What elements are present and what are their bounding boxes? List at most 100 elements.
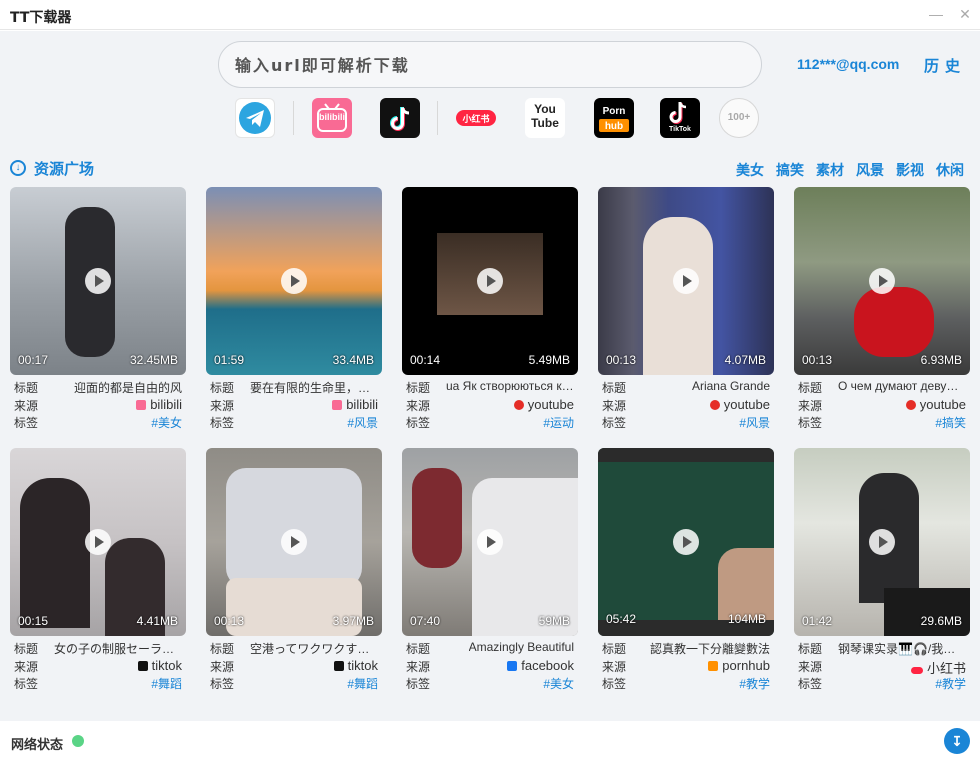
tag-label: 标签 xyxy=(602,416,627,430)
source-name: youtube xyxy=(723,397,770,412)
category-tab[interactable]: 搞笑 xyxy=(776,160,804,180)
video-source: tiktok xyxy=(137,658,182,673)
platform-pornhub[interactable]: Porn hub xyxy=(594,98,634,138)
meta-tag-row: 标签 #教学 xyxy=(798,675,966,692)
video-thumbnail[interactable]: 01:59 33.4MB xyxy=(206,187,382,375)
meta-source-row: 来源 youtube xyxy=(798,397,966,414)
video-source: youtube xyxy=(709,397,770,412)
thumbnail-figure xyxy=(643,217,713,375)
video-tag[interactable]: #搞笑 xyxy=(935,414,966,431)
category-tab[interactable]: 风景 xyxy=(856,160,884,180)
video-card[interactable]: 00:13 6.93MB 标题 О чем думают девушки на … xyxy=(794,187,970,439)
user-account-link[interactable]: 112***@qq.com xyxy=(797,56,899,72)
video-card[interactable]: 05:42 104MB 标题 認真教一下分離變數法 来源 pornhub 标签 … xyxy=(598,448,774,700)
video-tag[interactable]: #教学 xyxy=(935,675,966,692)
video-thumbnail[interactable]: 00:17 32.45MB xyxy=(10,187,186,375)
video-thumbnail[interactable]: 00:13 4.07MB xyxy=(598,187,774,375)
play-icon[interactable] xyxy=(85,529,111,555)
history-link[interactable]: 历史 xyxy=(924,55,966,76)
video-title: О чем думают девушки на мотоцикле xyxy=(838,379,966,393)
platform-tiktok-alt[interactable]: TikTok xyxy=(660,98,700,138)
video-card[interactable]: 00:14 5.49MB 标题 ua Як створюються красив… xyxy=(402,187,578,439)
platform-telegram[interactable] xyxy=(235,98,275,138)
platform-youtube[interactable]: You Tube xyxy=(525,98,565,138)
bilibili-icon xyxy=(332,400,343,410)
video-card[interactable]: 00:17 32.45MB 标题 迎面的都是自由的风 来源 bilibili 标… xyxy=(10,187,186,439)
video-duration: 01:42 xyxy=(802,614,833,628)
platform-bilibili[interactable]: bilibili xyxy=(312,98,352,138)
video-tag[interactable]: #风景 xyxy=(739,414,770,431)
title-label: 标题 xyxy=(406,642,431,656)
video-thumbnail[interactable]: 07:40 59MB xyxy=(402,448,578,636)
meta-title-row: 标题 要在有限的生命里，去无限的热爱 xyxy=(210,379,378,396)
video-tag[interactable]: #美女 xyxy=(543,675,574,692)
network-status-label: 网络状态 xyxy=(11,738,64,753)
xiaohongshu-label: 小红书 xyxy=(462,115,490,125)
meta-title-row: 标题 認真教一下分離變數法 xyxy=(602,640,770,657)
video-duration: 07:40 xyxy=(410,614,441,628)
minimize-icon[interactable]: — xyxy=(926,4,946,24)
video-card[interactable]: 00:15 4.41MB 标题 女の子の制服セーラー派ブレザー派 来源 tikt… xyxy=(10,448,186,700)
video-size: 104MB xyxy=(727,612,766,626)
url-input[interactable] xyxy=(235,52,735,78)
play-icon[interactable] xyxy=(673,268,699,294)
category-tab[interactable]: 美女 xyxy=(736,160,764,180)
play-icon[interactable] xyxy=(85,268,111,294)
category-tab[interactable]: 影视 xyxy=(896,160,924,180)
video-card[interactable]: 01:59 33.4MB 标题 要在有限的生命里，去无限的热爱 来源 bilib… xyxy=(206,187,382,439)
video-thumbnail[interactable]: 05:42 104MB xyxy=(598,448,774,636)
category-tab[interactable]: 素材 xyxy=(816,160,844,180)
video-thumbnail[interactable]: 00:14 5.49MB xyxy=(402,187,578,375)
video-size: 32.45MB xyxy=(129,353,178,367)
play-icon[interactable] xyxy=(869,268,895,294)
play-icon[interactable] xyxy=(477,529,503,555)
video-thumbnail[interactable]: 01:42 29.6MB xyxy=(794,448,970,636)
platform-divider xyxy=(437,101,438,135)
meta-source-row: 来源 youtube xyxy=(406,397,574,414)
tag-label: 标签 xyxy=(798,677,823,691)
close-icon[interactable]: ✕ xyxy=(955,4,975,24)
thumbnail-car xyxy=(472,478,578,636)
video-tag[interactable]: #运动 xyxy=(543,414,574,431)
thumbnail-figures xyxy=(226,468,362,588)
video-thumbnail[interactable]: 00:15 4.41MB xyxy=(10,448,186,636)
video-tag[interactable]: #美女 xyxy=(151,414,182,431)
video-source: tiktok xyxy=(333,658,378,673)
source-name: youtube xyxy=(919,397,966,412)
meta-title-row: 标题 Ariana Grande xyxy=(602,379,770,396)
video-thumbnail[interactable]: 00:13 3.97MB xyxy=(206,448,382,636)
video-card[interactable]: 07:40 59MB 标题 Amazingly Beautiful 来源 fac… xyxy=(402,448,578,700)
play-icon[interactable] xyxy=(281,529,307,555)
video-tag[interactable]: #舞蹈 xyxy=(347,675,378,692)
source-name: facebook xyxy=(521,658,574,673)
play-icon[interactable] xyxy=(281,268,307,294)
tag-label: 标签 xyxy=(406,416,431,430)
video-tag[interactable]: #舞蹈 xyxy=(151,675,182,692)
meta-source-row: 来源 bilibili xyxy=(14,397,182,414)
play-icon[interactable] xyxy=(477,268,503,294)
video-thumbnail[interactable]: 00:13 6.93MB xyxy=(794,187,970,375)
meta-source-row: 来源 tiktok xyxy=(210,658,378,675)
thumbnail-header-strip xyxy=(598,448,774,462)
source-name: tiktok xyxy=(347,658,378,673)
title-label: 标题 xyxy=(210,642,235,656)
more-platforms-button[interactable]: 100+ xyxy=(719,98,759,138)
video-tag[interactable]: #风景 xyxy=(347,414,378,431)
meta-title-row: 标题 钢琴课实录🎹🎧/我的日常 xyxy=(798,640,966,657)
video-tag[interactable]: #教学 xyxy=(739,675,770,692)
download-circle-icon: ↓ xyxy=(10,160,26,176)
video-size: 5.49MB xyxy=(528,353,570,367)
download-icon[interactable]: ↧ xyxy=(944,728,970,754)
platform-tiktok[interactable] xyxy=(380,98,420,138)
platform-xiaohongshu[interactable]: 小红书 xyxy=(456,98,496,138)
video-card[interactable]: 01:42 29.6MB 标题 钢琴课实录🎹🎧/我的日常 来源 小红书 标签 #… xyxy=(794,448,970,700)
category-tabs: 美女 搞笑 素材 风景 影视 休闲 xyxy=(736,160,964,180)
youtube-label: You Tube xyxy=(531,102,559,130)
source-name: bilibili xyxy=(150,397,182,412)
play-icon[interactable] xyxy=(869,529,895,555)
video-size: 59MB xyxy=(538,614,570,628)
category-tab[interactable]: 休闲 xyxy=(936,160,964,180)
video-card[interactable]: 00:13 3.97MB 标题 空港ってワクワクするよね 来源 tiktok 标… xyxy=(206,448,382,700)
video-card[interactable]: 00:13 4.07MB 标题 Ariana Grande 来源 youtube… xyxy=(598,187,774,439)
play-icon[interactable] xyxy=(673,529,699,555)
